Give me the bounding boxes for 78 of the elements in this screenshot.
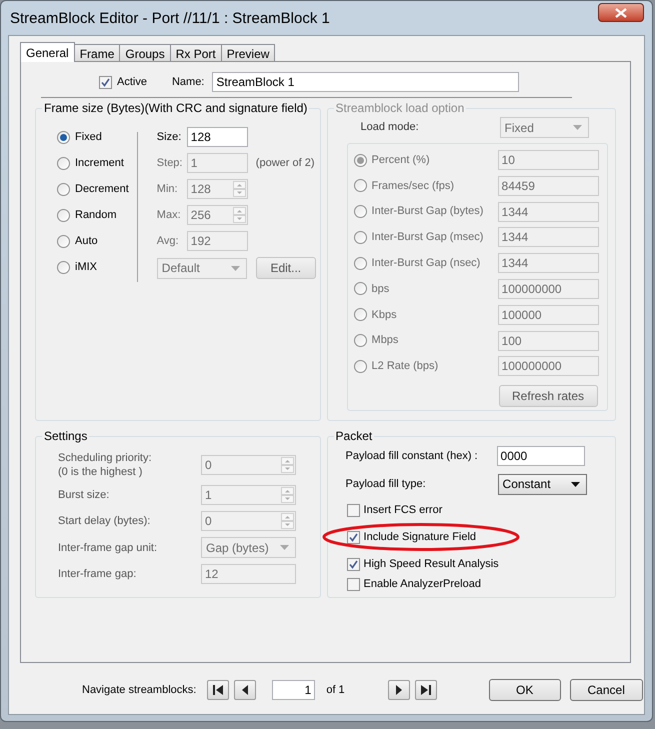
field-label: Max: bbox=[156, 208, 182, 223]
close-icon[interactable] bbox=[598, 3, 644, 22]
checkbox-label: Enable AnalyzerPreload bbox=[364, 576, 481, 592]
radio-label: Frames/sec (fps) bbox=[372, 178, 456, 194]
radio-label: Decrement bbox=[75, 182, 129, 198]
tab[interactable]: Rx Port bbox=[170, 44, 222, 61]
radio-label: Fixed bbox=[75, 130, 102, 146]
input-field[interactable]: StreamBlock 1 bbox=[212, 72, 520, 92]
checkbox-label: High Speed Result Analysis bbox=[364, 556, 499, 572]
radio-button[interactable] bbox=[57, 209, 70, 222]
field-label: Size: bbox=[156, 130, 182, 145]
field-hint: (power of 2) bbox=[256, 156, 314, 171]
field-label: Burst size: bbox=[58, 488, 110, 502]
field-label: Scheduling priority: bbox=[58, 451, 153, 465]
radio-button[interactable] bbox=[57, 235, 70, 248]
group-title: Streamblock load option bbox=[334, 101, 466, 115]
radio-label: Inter-Burst Gap (nsec) bbox=[372, 256, 482, 271]
radio-label: Increment bbox=[75, 156, 124, 172]
page-field[interactable]: 1 bbox=[272, 680, 316, 700]
checkmark-icon bbox=[348, 532, 358, 542]
checkbox[interactable] bbox=[99, 76, 112, 88]
input-field[interactable]: 0000 bbox=[496, 446, 585, 466]
dropdown[interactable]: Constant bbox=[498, 474, 587, 494]
radio-label: Inter-Burst Gap (msec) bbox=[372, 230, 484, 246]
ok-button[interactable]: OK bbox=[488, 679, 561, 701]
last-page-icon[interactable] bbox=[414, 680, 437, 700]
field-label: Payload fill type: bbox=[346, 476, 427, 492]
checkbox[interactable] bbox=[346, 558, 360, 570]
radio-button[interactable] bbox=[57, 131, 70, 144]
caret-down-icon bbox=[280, 545, 289, 550]
field-label: Inter-frame gap unit: bbox=[58, 540, 158, 554]
input-field[interactable]: 128 bbox=[186, 127, 248, 147]
previous-icon[interactable] bbox=[234, 680, 256, 700]
checkbox-label: Active bbox=[117, 74, 147, 90]
checkmark-icon bbox=[348, 560, 358, 568]
tab[interactable]: General bbox=[20, 42, 75, 62]
radio-button[interactable] bbox=[57, 157, 70, 170]
checkbox-label: Insert FCS error bbox=[364, 502, 442, 518]
radio-label: bps bbox=[372, 282, 390, 297]
field-label: Avg: bbox=[156, 234, 180, 249]
radio-label: Random bbox=[75, 208, 117, 224]
caret-down-icon bbox=[572, 125, 582, 130]
caret-down-icon bbox=[570, 482, 580, 486]
field-label: Name: bbox=[172, 74, 204, 90]
field-label: Payload fill constant (hex) : bbox=[346, 448, 479, 464]
tab[interactable]: Preview bbox=[220, 44, 276, 61]
checkmark-icon bbox=[101, 78, 110, 86]
checkbox[interactable] bbox=[346, 504, 360, 516]
group-title: Frame size (Bytes)(With CRC and signature field) bbox=[42, 101, 310, 115]
field-label: Inter-frame gap: bbox=[58, 567, 138, 581]
first-page-icon[interactable] bbox=[207, 680, 230, 700]
field-label: Start delay (bytes): bbox=[58, 514, 152, 528]
checkbox[interactable] bbox=[346, 530, 360, 544]
radio-label: L2 Rate (bps) bbox=[372, 359, 440, 374]
navigation-label: Navigate streamblocks: bbox=[82, 682, 196, 698]
group-title: Settings bbox=[42, 429, 90, 443]
radio-label: Inter-Burst Gap (bytes) bbox=[372, 204, 484, 220]
field-label: Step: bbox=[156, 156, 184, 171]
caret-down-icon bbox=[230, 266, 240, 270]
checkbox-label: Include Signature Field bbox=[364, 530, 476, 545]
radio-label: Mbps bbox=[372, 333, 400, 348]
radio-label: iMIX bbox=[75, 260, 97, 276]
field-hint: (0 is the highest ) bbox=[58, 465, 144, 479]
checkbox[interactable] bbox=[346, 578, 360, 590]
radio-button[interactable] bbox=[57, 261, 70, 274]
page-count: of 1 bbox=[326, 682, 345, 698]
radio-label: Kbps bbox=[372, 308, 398, 323]
tab[interactable]: Groups bbox=[119, 44, 171, 61]
radio-label: Percent (%) bbox=[372, 152, 431, 168]
radio-button[interactable] bbox=[57, 183, 70, 196]
group-title: Packet bbox=[334, 429, 374, 443]
window-title: StreamBlock Editor - Port //11/1 : StreamBlock 1 bbox=[10, 9, 330, 29]
tab[interactable]: Frame bbox=[74, 44, 120, 61]
field-label: Load mode: bbox=[360, 120, 420, 136]
cancel-button[interactable]: Cancel bbox=[570, 679, 643, 701]
radio-label: Auto bbox=[75, 234, 98, 250]
field-label: Min: bbox=[156, 182, 179, 197]
next-icon[interactable] bbox=[388, 680, 410, 700]
